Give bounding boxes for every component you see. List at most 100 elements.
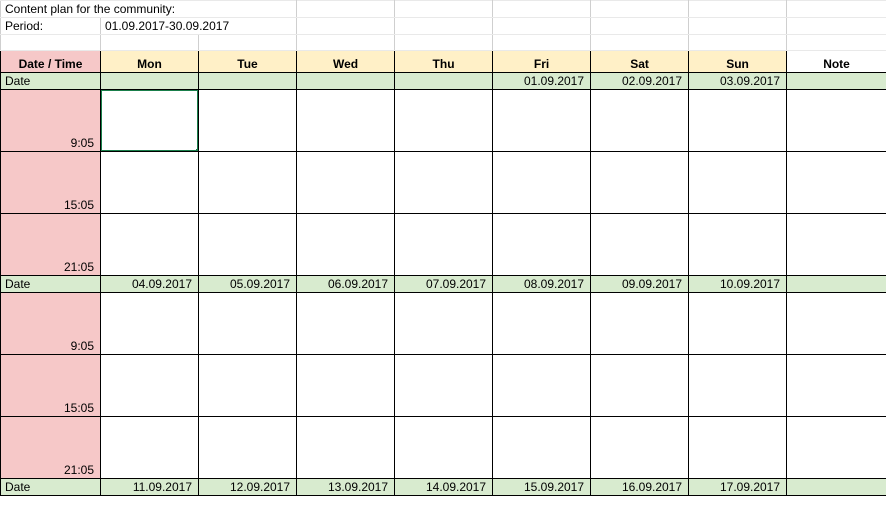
header-day-sun[interactable]: Sun: [689, 51, 787, 73]
date-cell[interactable]: 14.09.2017: [395, 479, 493, 496]
date-label[interactable]: Date: [1, 479, 101, 496]
header-day-thu[interactable]: Thu: [395, 51, 493, 73]
content-cell[interactable]: [297, 152, 395, 214]
content-cell[interactable]: [395, 152, 493, 214]
date-cell[interactable]: 02.09.2017: [591, 73, 689, 90]
content-cell[interactable]: [297, 417, 395, 479]
note-cell[interactable]: [787, 355, 886, 417]
content-cell[interactable]: [591, 293, 689, 355]
date-row-3: Date 11.09.2017 12.09.2017 13.09.2017 14…: [1, 479, 886, 496]
date-cell[interactable]: [101, 73, 199, 90]
content-cell[interactable]: [199, 417, 297, 479]
date-cell[interactable]: 01.09.2017: [493, 73, 591, 90]
content-cell[interactable]: [101, 293, 199, 355]
content-cell[interactable]: [297, 214, 395, 276]
header-day-wed[interactable]: Wed: [297, 51, 395, 73]
content-cell[interactable]: [199, 355, 297, 417]
content-cell[interactable]: [689, 152, 787, 214]
time-label[interactable]: 21:05: [1, 417, 101, 479]
content-cell[interactable]: [689, 417, 787, 479]
date-cell[interactable]: 06.09.2017: [297, 276, 395, 293]
date-cell[interactable]: [395, 73, 493, 90]
content-cell[interactable]: [591, 417, 689, 479]
content-cell[interactable]: [199, 214, 297, 276]
header-day-tue[interactable]: Tue: [199, 51, 297, 73]
header-day-sat[interactable]: Sat: [591, 51, 689, 73]
content-cell[interactable]: [689, 90, 787, 152]
date-cell[interactable]: 07.09.2017: [395, 276, 493, 293]
date-cell[interactable]: [297, 73, 395, 90]
date-cell[interactable]: 12.09.2017: [199, 479, 297, 496]
time-label[interactable]: 15:05: [1, 152, 101, 214]
content-cell[interactable]: [395, 293, 493, 355]
date-cell[interactable]: 15.09.2017: [493, 479, 591, 496]
date-cell[interactable]: 03.09.2017: [689, 73, 787, 90]
time-label[interactable]: 15:05: [1, 355, 101, 417]
content-cell[interactable]: [591, 214, 689, 276]
note-cell[interactable]: [787, 479, 886, 496]
content-cell[interactable]: [395, 355, 493, 417]
period-row: Period: 01.09.2017-30.09.2017: [1, 18, 886, 35]
time-label[interactable]: 9:05: [1, 293, 101, 355]
date-label[interactable]: Date: [1, 73, 101, 90]
header-datetime[interactable]: Date / Time: [1, 51, 101, 73]
content-cell[interactable]: [689, 355, 787, 417]
note-cell[interactable]: [787, 152, 886, 214]
title-cell[interactable]: Content plan for the community:: [1, 1, 297, 18]
date-row-1: Date 01.09.2017 02.09.2017 03.09.2017: [1, 73, 886, 90]
time-row: 21:05: [1, 417, 886, 479]
header-note[interactable]: Note: [787, 51, 886, 73]
content-cell[interactable]: [101, 152, 199, 214]
header-day-mon[interactable]: Mon: [101, 51, 199, 73]
time-row: 9:05: [1, 293, 886, 355]
content-cell[interactable]: [101, 214, 199, 276]
content-cell[interactable]: [591, 355, 689, 417]
date-cell[interactable]: 08.09.2017: [493, 276, 591, 293]
content-cell[interactable]: [493, 152, 591, 214]
content-cell[interactable]: [689, 293, 787, 355]
period-label-cell[interactable]: Period:: [1, 18, 101, 35]
content-cell[interactable]: [493, 417, 591, 479]
date-cell[interactable]: 17.09.2017: [689, 479, 787, 496]
period-value-cell[interactable]: 01.09.2017-30.09.2017: [101, 18, 297, 35]
note-cell[interactable]: [787, 214, 886, 276]
content-cell[interactable]: [493, 90, 591, 152]
note-cell[interactable]: [787, 276, 886, 293]
time-label[interactable]: 9:05: [1, 90, 101, 152]
content-cell[interactable]: [297, 90, 395, 152]
content-cell[interactable]: [199, 90, 297, 152]
date-cell[interactable]: 10.09.2017: [689, 276, 787, 293]
content-cell[interactable]: [395, 417, 493, 479]
content-cell[interactable]: [591, 90, 689, 152]
content-cell[interactable]: [493, 293, 591, 355]
content-cell[interactable]: [591, 152, 689, 214]
date-cell[interactable]: 13.09.2017: [297, 479, 395, 496]
content-cell[interactable]: [199, 152, 297, 214]
note-cell[interactable]: [787, 293, 886, 355]
date-cell[interactable]: 11.09.2017: [101, 479, 199, 496]
date-cell[interactable]: 04.09.2017: [101, 276, 199, 293]
time-label[interactable]: 21:05: [1, 214, 101, 276]
content-cell[interactable]: [689, 214, 787, 276]
header-day-fri[interactable]: Fri: [493, 51, 591, 73]
note-cell[interactable]: [787, 90, 886, 152]
content-cell[interactable]: [493, 355, 591, 417]
content-cell[interactable]: [493, 214, 591, 276]
note-cell[interactable]: [787, 73, 886, 90]
content-cell-selected[interactable]: [101, 90, 199, 152]
content-cell[interactable]: [297, 293, 395, 355]
content-cell[interactable]: [297, 355, 395, 417]
content-cell[interactable]: [101, 355, 199, 417]
date-cell[interactable]: 16.09.2017: [591, 479, 689, 496]
date-cell[interactable]: 09.09.2017: [591, 276, 689, 293]
title-row: Content plan for the community:: [1, 1, 886, 18]
content-cell[interactable]: [395, 214, 493, 276]
date-label[interactable]: Date: [1, 276, 101, 293]
date-cell[interactable]: 05.09.2017: [199, 276, 297, 293]
content-cell[interactable]: [395, 90, 493, 152]
content-cell[interactable]: [199, 293, 297, 355]
content-cell[interactable]: [101, 417, 199, 479]
note-cell[interactable]: [787, 417, 886, 479]
date-cell[interactable]: [199, 73, 297, 90]
grid-table: Content plan for the community: Period: …: [0, 0, 886, 496]
